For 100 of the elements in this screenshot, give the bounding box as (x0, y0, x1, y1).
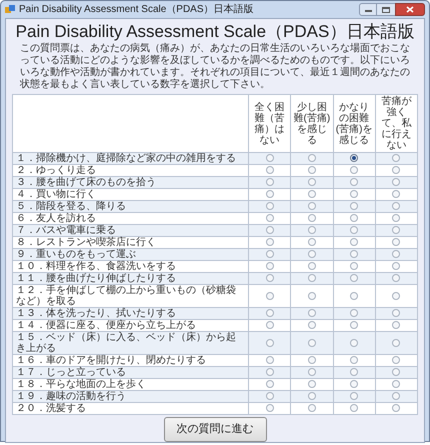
radio-button[interactable] (350, 392, 358, 400)
column-header: 少し困難(苦痛)を感じる (292, 102, 332, 146)
radio-button[interactable] (392, 202, 400, 210)
radio-button[interactable] (266, 250, 274, 258)
radio-button[interactable] (266, 262, 274, 270)
radio-button[interactable] (308, 380, 316, 388)
radio-button[interactable] (266, 404, 274, 412)
radio-button[interactable] (392, 321, 400, 330)
radio-button[interactable] (308, 392, 316, 400)
radio-button[interactable] (266, 274, 274, 282)
radio-button[interactable] (392, 392, 400, 400)
radio-button[interactable] (308, 292, 316, 300)
radio-button[interactable] (308, 338, 316, 347)
maximize-button[interactable] (377, 3, 395, 16)
column-header: 全く困難（苦痛）はない (254, 102, 286, 146)
radio-button[interactable] (392, 166, 400, 174)
question-label: １．掃除機かけ、庭掃除など家の中の雑用をする (16, 153, 236, 164)
radio-button[interactable] (350, 356, 358, 364)
radio-button[interactable] (392, 238, 400, 246)
radio-button[interactable] (266, 309, 274, 318)
minimize-button[interactable] (359, 3, 377, 16)
radio-button[interactable] (350, 226, 358, 234)
radio-button[interactable] (392, 404, 400, 412)
radio-button[interactable] (308, 238, 316, 246)
radio-button[interactable] (350, 250, 358, 258)
radio-button[interactable] (308, 356, 316, 364)
question-label: １２．手を伸ばして棚の上から重いもの（砂糖袋など）を取る (16, 285, 236, 307)
column-header: 苦痛が強くて、私に行えない (380, 96, 412, 151)
radio-button[interactable] (350, 292, 358, 300)
close-button[interactable] (395, 3, 425, 16)
radio-button[interactable] (266, 214, 274, 222)
question-label: ６．友人を訪れる (16, 213, 96, 224)
radio-button[interactable] (308, 190, 316, 198)
radio-button[interactable] (392, 190, 400, 198)
radio-button[interactable] (308, 250, 316, 258)
question-label: １８．平らな地面の上を歩く (16, 379, 146, 390)
radio-button[interactable] (308, 274, 316, 282)
radio-button[interactable] (266, 166, 274, 174)
radio-button[interactable] (266, 380, 274, 388)
radio-button[interactable] (350, 214, 358, 222)
radio-button[interactable] (308, 404, 316, 412)
radio-button[interactable] (308, 321, 316, 330)
radio-button[interactable] (350, 154, 358, 162)
radio-button[interactable] (392, 292, 400, 300)
radio-button[interactable] (308, 154, 316, 162)
radio-button[interactable] (266, 368, 274, 376)
radio-button[interactable] (392, 309, 400, 318)
radio-button[interactable] (266, 338, 274, 347)
question-label: ３．腰を曲げて床のものを拾う (16, 177, 156, 188)
radio-button[interactable] (392, 274, 400, 282)
radio-button[interactable] (350, 178, 358, 186)
radio-button[interactable] (266, 154, 274, 162)
app-icon (5, 4, 15, 14)
next-question-button[interactable]: 次の質問に進む (164, 417, 266, 442)
radio-button[interactable] (266, 356, 274, 364)
radio-button[interactable] (308, 202, 316, 210)
radio-button[interactable] (350, 309, 358, 318)
radio-button[interactable] (350, 368, 358, 376)
radio-button[interactable] (392, 226, 400, 234)
question-label: ７．バスや電車に乗る (16, 225, 116, 236)
question-label: ４．買い物に行く (16, 189, 96, 200)
radio-button[interactable] (308, 368, 316, 376)
radio-button[interactable] (350, 166, 358, 174)
radio-button[interactable] (350, 404, 358, 412)
radio-button[interactable] (350, 380, 358, 388)
radio-button[interactable] (266, 392, 274, 400)
radio-button[interactable] (350, 202, 358, 210)
radio-button[interactable] (350, 238, 358, 246)
radio-button[interactable] (308, 226, 316, 234)
window-title: Pain Disability Assessment Scale（PDAS）日本語版 (19, 4, 254, 16)
radio-button[interactable] (266, 238, 274, 246)
radio-button[interactable] (308, 262, 316, 270)
radio-button[interactable] (350, 190, 358, 198)
radio-button[interactable] (308, 166, 316, 174)
radio-button[interactable] (392, 380, 400, 388)
radio-button[interactable] (266, 190, 274, 198)
radio-button[interactable] (308, 309, 316, 318)
radio-button[interactable] (350, 262, 358, 270)
radio-button[interactable] (266, 178, 274, 186)
question-label: １１．腰を曲げたり伸ばしたりする (16, 273, 176, 284)
radio-button[interactable] (266, 226, 274, 234)
instructions-text: この質問票は、あなたの病気（痛み）が、あなたの日常生活のいろいろな場面でおこなっている活動にどのような影響を及ぼしているかを調べるためのものです。以下にいろいろな動作や活動が書かれています。それぞれの項目について、最近１週間のあなたの状態を最もよく言い表している数字を選択して下さい。 (19, 43, 411, 91)
radio-button[interactable] (308, 178, 316, 186)
radio-button[interactable] (350, 274, 358, 282)
radio-button[interactable] (392, 250, 400, 258)
radio-button[interactable] (392, 178, 400, 186)
radio-button[interactable] (392, 262, 400, 270)
radio-button[interactable] (350, 321, 358, 330)
radio-button[interactable] (392, 154, 400, 162)
radio-button[interactable] (266, 321, 274, 330)
question-label: １５．ベッド（床）に入る、ベッド（床）から起き上がる (16, 332, 236, 354)
radio-button[interactable] (392, 214, 400, 222)
radio-button[interactable] (266, 202, 274, 210)
radio-button[interactable] (308, 214, 316, 222)
radio-button[interactable] (392, 338, 400, 347)
radio-button[interactable] (266, 292, 274, 300)
radio-button[interactable] (350, 338, 358, 347)
question-label: ２．ゆっくり走る (16, 165, 96, 176)
radio-button[interactable] (392, 356, 400, 364)
radio-button[interactable] (392, 368, 400, 376)
